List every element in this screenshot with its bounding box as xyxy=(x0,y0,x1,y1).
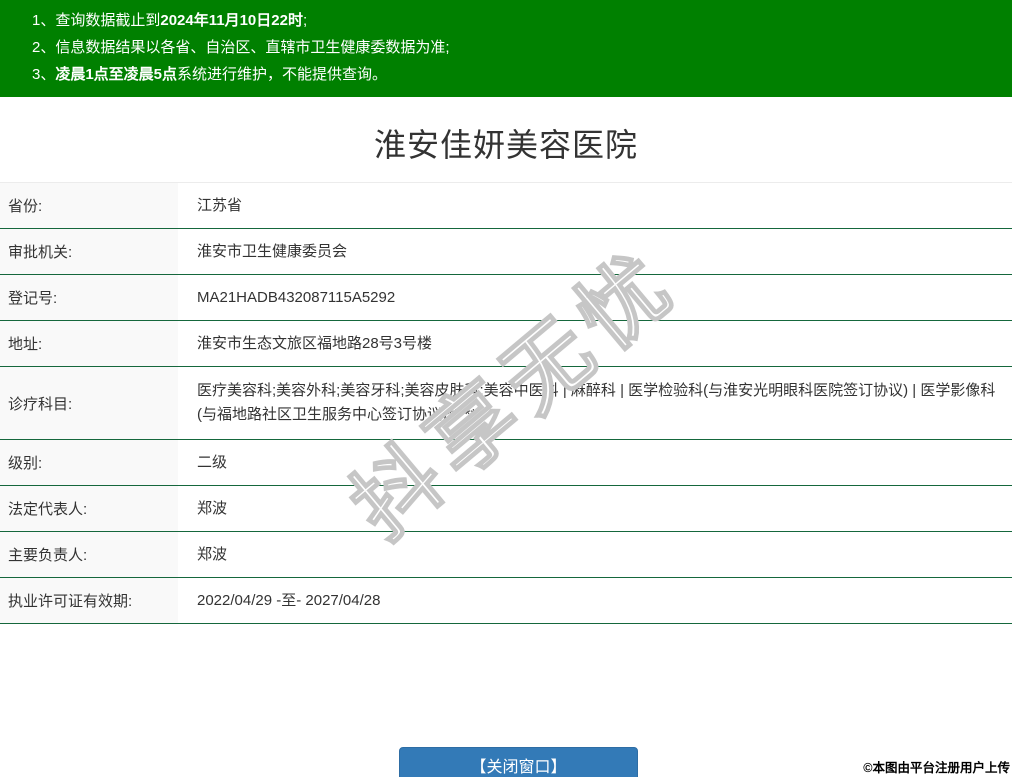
table-row: 诊疗科目: 医疗美容科;美容外科;美容牙科;美容皮肤科;美容中医科 | 麻醉科 … xyxy=(0,367,1012,440)
copyright-stamp: ©本图由平台注册用户上传 xyxy=(863,757,1010,776)
close-window-button[interactable]: 【关闭窗口】 xyxy=(399,747,638,777)
table-row: 级别: 二级 xyxy=(0,440,1012,486)
row-label: 审批机关: xyxy=(0,229,178,275)
row-value: 淮安市生态文旅区福地路28号3号楼 xyxy=(178,321,1012,367)
row-label: 登记号: xyxy=(0,275,178,321)
notice-line-3: 3、凌晨1点至凌晨5点系统进行维护，不能提供查询。 xyxy=(32,61,1002,88)
row-label: 执业许可证有效期: xyxy=(0,578,178,624)
row-value: MA21HADB432087115A5292 xyxy=(178,275,1012,321)
notice-line-2: 2、信息数据结果以各省、自治区、直辖市卫生健康委数据为准; xyxy=(32,34,1002,61)
row-label: 地址: xyxy=(0,321,178,367)
notice-header: 1、查询数据截止到2024年11月10日22时; 2、信息数据结果以各省、自治区… xyxy=(0,0,1012,97)
row-value: 江苏省 xyxy=(178,183,1012,229)
table-row: 登记号: MA21HADB432087115A5292 xyxy=(0,275,1012,321)
table-row: 主要负责人: 郑波 xyxy=(0,532,1012,578)
table-row: 省份: 江苏省 xyxy=(0,183,1012,229)
row-label: 法定代表人: xyxy=(0,486,178,532)
row-value: 淮安市卫生健康委员会 xyxy=(178,229,1012,275)
table-row: 审批机关: 淮安市卫生健康委员会 xyxy=(0,229,1012,275)
page-title: 淮安佳妍美容医院 xyxy=(0,124,1012,166)
row-label: 级别: xyxy=(0,440,178,486)
row-value: 郑波 xyxy=(178,486,1012,532)
row-value: 医疗美容科;美容外科;美容牙科;美容皮肤科;美容中医科 | 麻醉科 | 医学检验… xyxy=(178,367,1012,440)
institution-table-body: 省份: 江苏省 审批机关: 淮安市卫生健康委员会 登记号: MA21HADB43… xyxy=(0,183,1012,624)
table-row: 地址: 淮安市生态文旅区福地路28号3号楼 xyxy=(0,321,1012,367)
notice-line-1: 1、查询数据截止到2024年11月10日22时; xyxy=(32,7,1002,34)
row-label: 省份: xyxy=(0,183,178,229)
institution-info-table: 省份: 江苏省 审批机关: 淮安市卫生健康委员会 登记号: MA21HADB43… xyxy=(0,182,1012,624)
row-value: 郑波 xyxy=(178,532,1012,578)
row-label: 主要负责人: xyxy=(0,532,178,578)
table-row: 法定代表人: 郑波 xyxy=(0,486,1012,532)
row-label: 诊疗科目: xyxy=(0,367,178,440)
row-value: 二级 xyxy=(178,440,1012,486)
table-row: 执业许可证有效期: 2022/04/29 -至- 2027/04/28 xyxy=(0,578,1012,624)
row-value: 2022/04/29 -至- 2027/04/28 xyxy=(178,578,1012,624)
